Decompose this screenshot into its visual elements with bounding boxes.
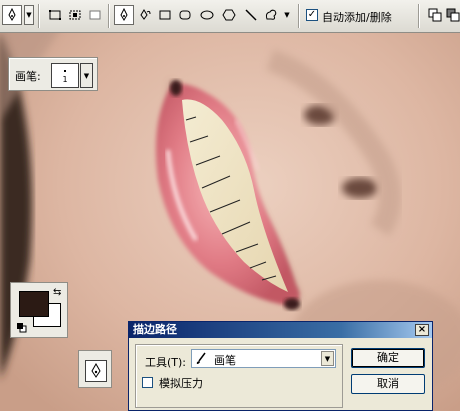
shape-layers-button[interactable] xyxy=(46,6,64,24)
tool-label: 工具(T): xyxy=(145,356,187,369)
brush-label: 画笔: xyxy=(15,70,41,83)
default-colors-icon[interactable] xyxy=(17,323,27,333)
chevron-down-icon[interactable]: ▼ xyxy=(321,351,334,366)
tool-preset-dropdown[interactable]: ▼ xyxy=(24,5,34,25)
tool-preset-picker[interactable] xyxy=(2,5,22,25)
line-icon xyxy=(245,9,257,21)
ellipse-icon xyxy=(200,10,214,20)
combine-areas-button[interactable] xyxy=(426,6,444,24)
ellipse-tool-button[interactable] xyxy=(198,6,216,24)
rectangle-tool-button[interactable] xyxy=(156,6,174,24)
brush-preview[interactable]: 1 xyxy=(51,63,79,88)
pen-icon xyxy=(120,8,128,21)
paths-mode-icon xyxy=(69,10,81,20)
simulate-pressure-checkbox[interactable] xyxy=(142,377,153,388)
pen-tool-float[interactable] xyxy=(78,350,112,388)
pen-icon xyxy=(91,363,101,378)
cancel-button[interactable]: 取消 xyxy=(351,374,425,394)
color-swatches: ⇆ xyxy=(10,282,68,338)
shape-layers-icon xyxy=(49,10,61,20)
rectangle-shape-icon xyxy=(159,10,171,20)
custom-shape-icon xyxy=(265,9,277,20)
brush-size-value: 1 xyxy=(62,75,68,84)
auto-add-delete-checkbox[interactable]: ✓ xyxy=(306,9,318,21)
foreground-color-swatch[interactable] xyxy=(19,291,49,317)
fill-pixels-icon xyxy=(89,10,101,20)
tool-select-value: 画笔 xyxy=(214,354,236,367)
swap-colors-icon[interactable]: ⇆ xyxy=(53,287,61,298)
pen-tool-button[interactable] xyxy=(114,5,134,25)
pen-icon xyxy=(8,8,16,21)
tool-select[interactable]: 画笔 ▼ xyxy=(191,349,336,368)
geometry-options-dropdown[interactable]: ▼ xyxy=(282,6,292,24)
combine-areas-icon xyxy=(428,8,442,22)
ok-button[interactable]: 确定 xyxy=(351,348,425,368)
brush-icon xyxy=(196,352,206,364)
paths-mode-button[interactable] xyxy=(66,6,84,24)
custom-shape-tool-button[interactable] xyxy=(262,6,280,24)
close-button[interactable]: × xyxy=(415,324,429,336)
rounded-rectangle-icon xyxy=(179,10,191,20)
brush-dropdown-arrow[interactable]: ▼ xyxy=(80,63,93,88)
brush-tip-dot xyxy=(64,70,66,72)
options-toolbar: ▼ ▼ ✓ 自动添加/删除 xyxy=(0,0,460,33)
freeform-pen-icon xyxy=(140,9,151,20)
fill-pixels-button[interactable] xyxy=(86,6,104,24)
polygon-icon xyxy=(222,9,236,21)
dialog-title: 描边路径 xyxy=(129,322,432,338)
stroke-path-dialog: 描边路径 × 工具(T): 画笔 ▼ 模拟压力 确定 取消 xyxy=(128,321,433,411)
rounded-rectangle-tool-button[interactable] xyxy=(176,6,194,24)
polygon-tool-button[interactable] xyxy=(220,6,238,24)
simulate-pressure-label: 模拟压力 xyxy=(159,377,203,390)
freeform-pen-tool-button[interactable] xyxy=(136,6,154,24)
brush-panel: 画笔: 1 ▼ xyxy=(8,57,98,91)
line-tool-button[interactable] xyxy=(242,6,260,24)
subtract-area-icon xyxy=(446,8,460,22)
subtract-area-button[interactable] xyxy=(444,6,460,24)
auto-add-delete-label: 自动添加/删除 xyxy=(322,11,392,24)
